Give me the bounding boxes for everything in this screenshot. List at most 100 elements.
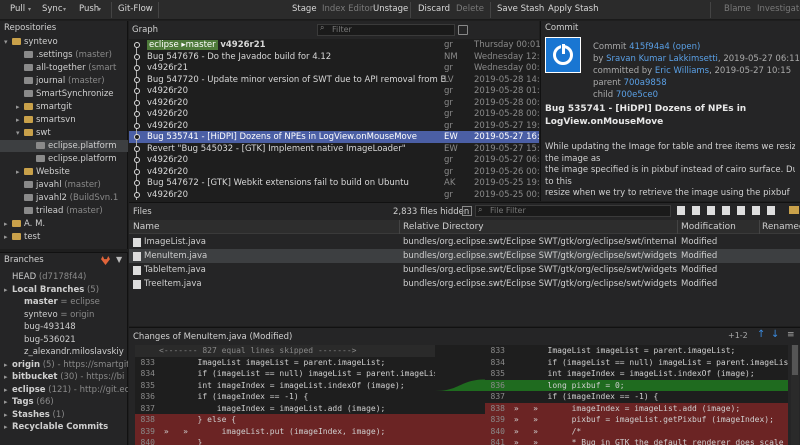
diff-scrollbar[interactable]: [791, 345, 799, 445]
branch-item[interactable]: syntevo = origin: [0, 309, 128, 321]
commit-row[interactable]: v4926r20 gr 2019-05-27 06:02: [129, 154, 551, 166]
gitflow-button[interactable]: Git-Flow: [118, 4, 153, 14]
investigate-button[interactable]: Investigate: [757, 4, 800, 14]
commit-row[interactable]: v4926r20 gr 2019-05-28 00:01: [129, 97, 551, 109]
repository-item[interactable]: trilead (master): [0, 205, 128, 217]
commit-row[interactable]: eclipse ▸master v4926r21 gr Thursday 00:01: [129, 39, 541, 51]
hidden-checkbox[interactable]: [462, 206, 472, 216]
expand-icon[interactable]: ▸: [4, 218, 12, 230]
file-row[interactable]: MenuItem.java bundles/org.eclipse.swt/Ecl…: [129, 249, 800, 263]
menu-icon[interactable]: ≡: [787, 330, 795, 340]
file-icon[interactable]: [692, 206, 700, 215]
author-link[interactable]: Sravan Kumar Lakkimsetti: [606, 54, 718, 64]
expand-icon[interactable]: ▸: [4, 231, 12, 243]
file-row[interactable]: TableItem.java bundles/org.eclipse.swt/Ec…: [129, 263, 800, 277]
commit-hash-link[interactable]: 415f94a4: [629, 42, 670, 52]
repository-item[interactable]: ▸ Website: [0, 166, 128, 178]
repository-item[interactable]: journal (master): [0, 75, 128, 87]
repository-item[interactable]: eclipse.platform: [0, 153, 128, 165]
column-modification[interactable]: Modification: [681, 222, 736, 232]
file-icon[interactable]: [707, 206, 715, 215]
file-filter-input[interactable]: File Filter: [475, 205, 671, 217]
branch-item[interactable]: ▸ Recyclable Commits: [0, 421, 128, 433]
branch-item[interactable]: ▸ Stashes (1): [0, 409, 128, 421]
next-change-icon[interactable]: ↓: [771, 329, 779, 340]
repository-item[interactable]: ▸ smartgit: [0, 101, 128, 113]
branch-item[interactable]: ▸ Local Branches (5): [0, 284, 128, 296]
commit-row[interactable]: v4926r20 gr 2019-05-27 19:07: [129, 120, 551, 132]
commit-row[interactable]: Revert "Bug 545032 - [GTK] Implement nat…: [129, 143, 551, 155]
folder-icon[interactable]: [789, 206, 799, 214]
repository-item[interactable]: ▾ swt: [0, 127, 128, 139]
expand-icon[interactable]: ▸: [4, 371, 12, 383]
discard-button[interactable]: Discard: [418, 4, 450, 14]
commit-row[interactable]: v4926r20 gr 2019-05-26 00:01: [129, 166, 551, 178]
repository-item[interactable]: ▸ A. M.: [0, 218, 128, 230]
branch-item[interactable]: bug-536021: [0, 334, 128, 346]
repository-item[interactable]: SmartSynchronize: [0, 88, 128, 100]
diff-left-pane[interactable]: <------- 827 equal lines skipped -------…: [135, 345, 435, 445]
expand-icon[interactable]: ▸: [4, 409, 12, 421]
filter-checkbox[interactable]: [458, 25, 468, 35]
sync-button[interactable]: Sync: [42, 4, 63, 14]
graph-filter-input[interactable]: Filter: [317, 24, 455, 36]
save-stash-button[interactable]: Save Stash: [497, 4, 544, 14]
commit-row[interactable]: v4926r20 gr 2019-05-28 01:05: [129, 85, 551, 97]
branch-item[interactable]: ▸ Tags (66): [0, 396, 128, 408]
stage-button[interactable]: Stage: [292, 4, 317, 14]
branch-item[interactable]: ▸ bitbucket (30) - https://bi: [0, 371, 128, 383]
file-icon[interactable]: [722, 206, 730, 215]
expand-icon[interactable]: ▾: [4, 36, 12, 48]
branch-item[interactable]: ▸ eclipse (121) - http://git.ec: [0, 384, 128, 396]
expand-icon[interactable]: ▸: [4, 284, 12, 296]
expand-icon[interactable]: ▸: [4, 359, 12, 371]
commit-row[interactable]: Bug 535741 - [HiDPI] Dozens of NPEs in L…: [129, 131, 551, 143]
push-button[interactable]: Push: [79, 4, 99, 14]
sync-dropdown-icon[interactable]: ▾: [63, 6, 66, 13]
expand-icon[interactable]: ▸: [4, 421, 12, 433]
committer-link[interactable]: Eric Williams: [655, 66, 709, 76]
delete-button[interactable]: Delete: [456, 4, 484, 14]
expand-icon[interactable]: ▸: [4, 396, 12, 408]
expand-icon[interactable]: ▸: [16, 166, 24, 178]
push-dropdown-icon[interactable]: ▾: [98, 6, 101, 13]
repository-item[interactable]: all-together (smart: [0, 62, 128, 74]
column-name[interactable]: Name: [133, 222, 160, 232]
blame-button[interactable]: Blame: [724, 4, 751, 14]
repository-item[interactable]: ▸ test: [0, 231, 128, 243]
file-icon[interactable]: [767, 206, 775, 215]
column-renamed[interactable]: Renamed: [762, 222, 800, 232]
parent-link[interactable]: 700a9858: [624, 78, 667, 88]
column-relative-directory[interactable]: Relative Directory: [403, 222, 484, 232]
open-link[interactable]: (open): [672, 42, 700, 52]
file-icon[interactable]: [752, 206, 760, 215]
child-link[interactable]: 700e5ce0: [616, 90, 658, 100]
commit-row[interactable]: v4926r20 gr 2019-05-28 00:01: [129, 108, 551, 120]
commit-row[interactable]: v4926r20 gr 2019-05-25 00:01: [129, 189, 551, 201]
commit-row[interactable]: Bug 547720 - Update minor version of SWT…: [129, 74, 551, 86]
pull-button[interactable]: Pull: [10, 4, 25, 14]
expand-icon[interactable]: ▸: [4, 384, 12, 396]
repository-item[interactable]: eclipse.platform: [0, 140, 128, 152]
commit-row[interactable]: Bug 547672 - [GTK] Webkit extensions fai…: [129, 177, 551, 189]
file-row[interactable]: TreeItem.java bundles/org.eclipse.swt/Ecl…: [129, 277, 800, 291]
apply-stash-button[interactable]: Apply Stash: [548, 4, 598, 14]
repository-item[interactable]: .settings (master): [0, 49, 128, 61]
previous-change-icon[interactable]: ↑: [757, 329, 765, 340]
branch-item[interactable]: HEAD (d7178f44): [0, 271, 128, 283]
branch-item[interactable]: master = eclipse: [0, 296, 128, 308]
branch-item[interactable]: ▸ origin (5) - https://smartgit: [0, 359, 128, 371]
file-icon[interactable]: [737, 206, 745, 215]
commit-row[interactable]: Bug 547676 - Do the Javadoc build for 4.…: [129, 51, 550, 63]
commit-row[interactable]: v4926r21 gr Wednesday 00:01: [129, 62, 550, 74]
file-row[interactable]: ImageList.java bundles/org.eclipse.swt/Ec…: [129, 235, 800, 249]
repository-item[interactable]: ▸ smartsvn: [0, 114, 128, 126]
repository-item[interactable]: ▾ syntevo: [0, 36, 128, 48]
branch-item[interactable]: z_alexandr.miloslavskiy: [0, 346, 128, 358]
pull-dropdown-icon[interactable]: ▾: [28, 6, 31, 13]
repository-item[interactable]: javahl (master): [0, 179, 128, 191]
expand-icon[interactable]: ▸: [16, 114, 24, 126]
expand-icon[interactable]: ▾: [16, 127, 24, 139]
file-icon[interactable]: [677, 206, 685, 215]
diff-right-pane[interactable]: 833 ImageList imageList = parent.imageLi…: [485, 345, 788, 445]
